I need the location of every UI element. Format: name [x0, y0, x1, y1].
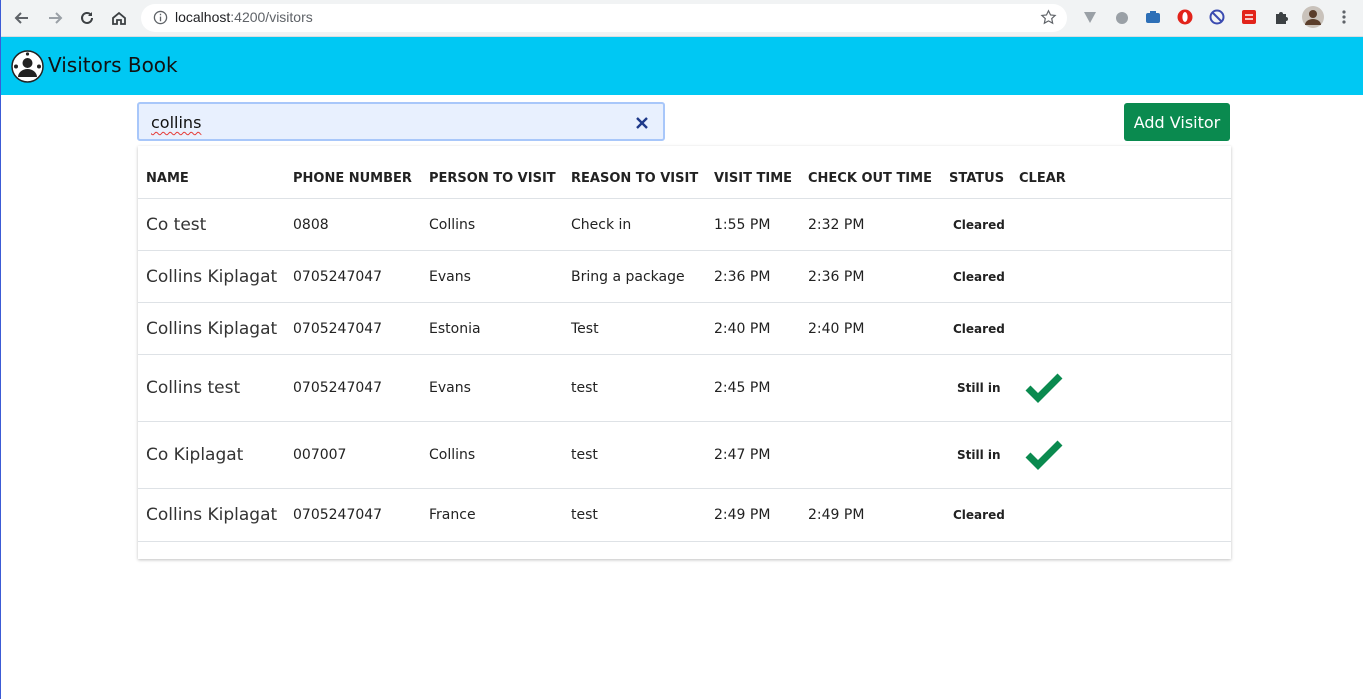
cell-phone: 0808	[293, 217, 329, 233]
status-badge: Cleared	[953, 270, 1005, 284]
cell-phone: 0705247047	[293, 380, 383, 396]
close-icon[interactable]	[635, 115, 649, 129]
cell-reason: Bring a package	[571, 269, 685, 285]
cell-visit-time: 2:47 PM	[714, 447, 771, 463]
header-phone: PHONE NUMBER	[293, 171, 412, 186]
status-badge: Cleared	[953, 322, 1005, 336]
browser-toolbar: localhost:4200/visitors	[1, 0, 1363, 37]
check-icon[interactable]	[1025, 373, 1063, 403]
table-row: Co Kiplagat 007007 Collins test 2:47 PM …	[138, 421, 1231, 488]
visitors-table: NAME PHONE NUMBER PERSON TO VISIT REASON…	[138, 146, 1231, 559]
address-bar[interactable]: localhost:4200/visitors	[141, 4, 1067, 32]
table-row: Collins Kiplagat 0705247047 Evans Bring …	[138, 250, 1231, 302]
cell-phone: 007007	[293, 447, 347, 463]
cell-checkout: 2:32 PM	[808, 217, 865, 233]
cell-person: Evans	[429, 380, 471, 396]
url-text: localhost:4200/visitors	[175, 9, 313, 25]
cell-checkout: 2:40 PM	[808, 321, 865, 337]
status-badge: Still in	[957, 448, 1001, 462]
cell-person: Estonia	[429, 321, 481, 337]
table-row: Co test 0808 Collins Check in 1:55 PM 2:…	[138, 198, 1231, 250]
cell-visit-time: 2:45 PM	[714, 380, 771, 396]
cell-visit-time: 2:49 PM	[714, 507, 771, 523]
reload-icon[interactable]	[75, 6, 99, 30]
cell-reason: test	[571, 507, 598, 523]
table-row: Collins Kiplagat 0705247047 France test …	[138, 488, 1231, 541]
table-row: Collins test 0705247047 Evans test 2:45 …	[138, 354, 1231, 421]
star-icon[interactable]	[1040, 9, 1057, 30]
cell-name: Collins test	[146, 378, 241, 398]
cell-reason: test	[571, 380, 598, 396]
info-icon[interactable]	[153, 10, 168, 29]
cell-person: France	[429, 507, 476, 523]
profile-avatar-icon[interactable]	[1301, 5, 1325, 29]
cell-phone: 0705247047	[293, 507, 383, 523]
cell-name: Co Kiplagat	[146, 445, 244, 465]
header-visit-time: VISIT TIME	[714, 171, 793, 186]
cell-visit-time: 2:36 PM	[714, 269, 771, 285]
search-value[interactable]: collins	[151, 113, 201, 132]
cell-reason: Check in	[571, 217, 632, 233]
cell-name: Collins Kiplagat	[146, 505, 278, 525]
search-input[interactable]: collins	[137, 102, 665, 141]
extension-v-icon[interactable]	[1081, 8, 1099, 26]
header-name: NAME	[146, 171, 189, 186]
cell-name: Co test	[146, 215, 207, 235]
back-icon[interactable]	[10, 6, 34, 30]
cell-phone: 0705247047	[293, 269, 383, 285]
cell-person: Collins	[429, 447, 476, 463]
header-reason: REASON TO VISIT	[571, 171, 699, 186]
forward-icon[interactable]	[43, 6, 67, 30]
check-icon[interactable]	[1025, 440, 1063, 470]
status-badge: Still in	[957, 381, 1001, 395]
cell-person: Evans	[429, 269, 471, 285]
puzzle-icon[interactable]	[1272, 8, 1290, 26]
status-badge: Cleared	[953, 218, 1005, 232]
table-bottom-divider	[138, 541, 1231, 542]
extension-cloud-icon[interactable]	[1113, 8, 1131, 26]
header-person: PERSON TO VISIT	[429, 171, 556, 186]
home-icon[interactable]	[107, 6, 131, 30]
cell-visit-time: 2:40 PM	[714, 321, 771, 337]
cell-visit-time: 1:55 PM	[714, 217, 771, 233]
app-title: Visitors Book	[48, 53, 178, 77]
table-row: Collins Kiplagat 0705247047 Estonia Test…	[138, 302, 1231, 354]
cell-name: Collins Kiplagat	[146, 319, 278, 339]
cell-phone: 0705247047	[293, 321, 383, 337]
cell-checkout: 2:36 PM	[808, 269, 865, 285]
extension-block-icon[interactable]	[1208, 8, 1226, 26]
cell-reason: test	[571, 447, 598, 463]
header-checkout: CHECK OUT TIME	[808, 171, 932, 186]
cell-person: Collins	[429, 217, 476, 233]
app-header: Visitors Book	[1, 37, 1363, 95]
header-clear: CLEAR	[1019, 171, 1066, 186]
extension-todo-icon[interactable]	[1240, 8, 1258, 26]
add-visitor-button[interactable]: Add Visitor	[1124, 103, 1230, 141]
status-badge: Cleared	[953, 508, 1005, 522]
cell-name: Collins Kiplagat	[146, 267, 278, 287]
extension-toolbox-icon[interactable]	[1144, 8, 1162, 26]
logo-icon	[11, 50, 44, 83]
cell-reason: Test	[571, 321, 599, 337]
cell-checkout: 2:49 PM	[808, 507, 865, 523]
extension-opera-icon[interactable]	[1176, 8, 1194, 26]
menu-icon[interactable]	[1335, 8, 1353, 26]
header-status: STATUS	[949, 171, 1005, 186]
